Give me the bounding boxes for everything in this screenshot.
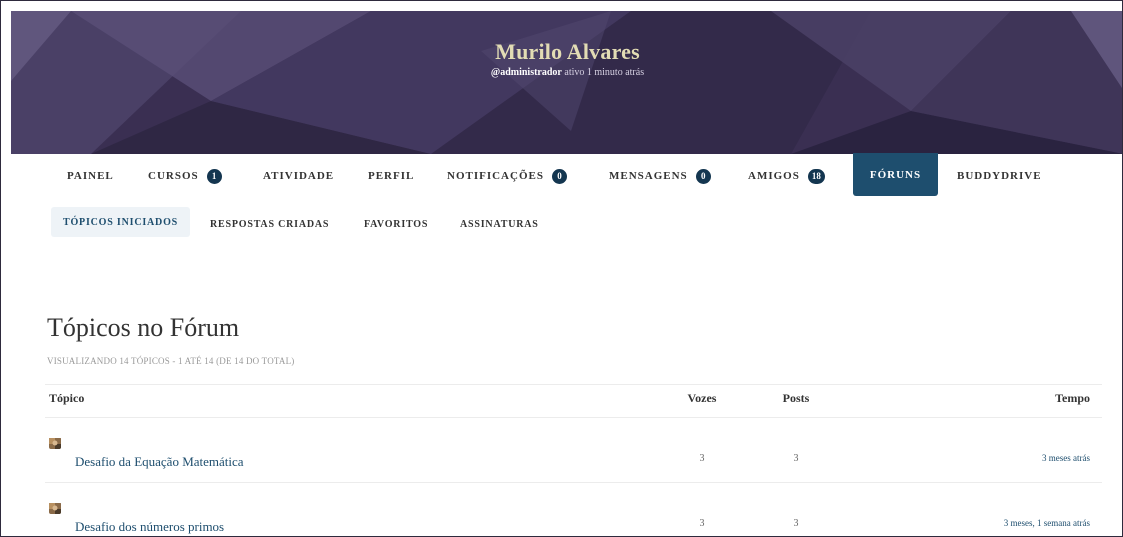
nav-item-perfil[interactable]: PERFIL [368,154,414,198]
nav-item-atividade[interactable]: ATIVIDADE [263,154,334,198]
tab-respostas-criadas[interactable]: RESPOSTAS CRIADAS [210,209,329,239]
posts-count: 3 [793,518,799,529]
nav-item-label: NOTIFICAÇÕES [447,170,544,182]
nav-item-label: CURSOS [148,170,199,182]
topic-link[interactable]: Desafio dos números primos [75,519,224,535]
author-avatar[interactable] [49,437,61,449]
cursos-count-badge: 1 [206,168,222,184]
amigos-count-badge: 18 [807,168,825,184]
tab-assinaturas[interactable]: ASSINATURAS [460,209,539,239]
column-header-topic: Tópico [49,391,85,405]
forum-sub-nav: TÓPICOS INICIADOS RESPOSTAS CRIADAS FAVO… [11,207,1122,243]
column-header-posts: Posts [782,391,810,405]
tab-topicos-iniciados[interactable]: TÓPICOS INICIADOS [51,207,191,237]
nav-item-label: PERFIL [368,170,415,182]
nav-item-label: AMIGOS [748,170,800,182]
profile-activity: ativo 1 minuto atrás [564,67,645,78]
nav-item-painel[interactable]: PAINEL [67,154,114,198]
nav-item-mensagens[interactable]: MENSAGENS 0 [609,154,711,198]
tab-favoritos[interactable]: FAVORITOS [364,209,428,239]
main-nav: PAINEL CURSOS 1 ATIVIDADE PERFIL NOTIFIC… [11,153,1122,198]
nav-item-cursos[interactable]: CURSOS 1 [148,154,222,198]
notificacoes-count-badge: 0 [551,168,567,184]
freshness-link[interactable]: 3 meses atrás [1042,453,1090,463]
author-avatar[interactable] [49,502,61,514]
tab-label: FAVORITOS [364,218,429,230]
table-header: Tópico Vozes Posts Tempo [45,384,1102,418]
topics-table: Tópico Vozes Posts Tempo Desafio da Equa… [45,384,1102,536]
nav-item-amigos[interactable]: AMIGOS 18 [748,154,825,198]
nav-item-foruns[interactable]: FÓRUNS [853,153,938,196]
table-row: Desafio dos números primos 3 3 3 meses, … [45,483,1102,536]
nav-item-label: MENSAGENS [609,170,688,182]
avatar-icon [49,503,61,514]
nav-item-label: ATIVIDADE [263,170,335,182]
profile-summary: Murilo Alvares @administrador ativo 1 mi… [11,39,1122,78]
voices-count: 3 [699,453,705,464]
tab-label: ASSINATURAS [460,218,539,230]
nav-item-label: BUDDYDRIVE [957,170,1042,182]
nav-item-label: PAINEL [67,170,114,182]
tab-label: TÓPICOS INICIADOS [63,216,179,228]
voices-count: 3 [699,518,705,529]
tab-label: RESPOSTAS CRIADAS [210,218,330,230]
mensagens-count-badge: 0 [695,168,711,184]
freshness-link[interactable]: 3 meses, 1 semana atrás [1004,518,1090,528]
topic-link[interactable]: Desafio da Equação Matemática [75,454,244,470]
nav-item-buddydrive[interactable]: BUDDYDRIVE [957,154,1042,198]
posts-count: 3 [793,453,799,464]
cover-background [11,11,1122,154]
nav-item-notificacoes[interactable]: NOTIFICAÇÕES 0 [447,154,567,198]
page-title: Tópicos no Fórum [47,313,240,342]
profile-cover: Murilo Alvares @administrador ativo 1 mi… [11,11,1122,154]
avatar-icon [49,438,61,449]
column-header-voices: Vozes [687,391,717,405]
profile-handle[interactable]: @administrador [491,67,562,78]
column-header-time: Tempo [1055,391,1090,405]
profile-name: Murilo Alvares [495,39,640,64]
table-row: Desafio da Equação Matemática 3 3 3 mese… [45,418,1102,483]
profile-meta: @administrador ativo 1 minuto atrás [11,67,1122,78]
pagination-count: VISUALIZANDO 14 TÓPICOS - 1 ATÉ 14 (DE 1… [47,356,295,366]
page-frame: Murilo Alvares @administrador ativo 1 mi… [0,0,1123,537]
nav-item-label: FÓRUNS [869,168,922,181]
